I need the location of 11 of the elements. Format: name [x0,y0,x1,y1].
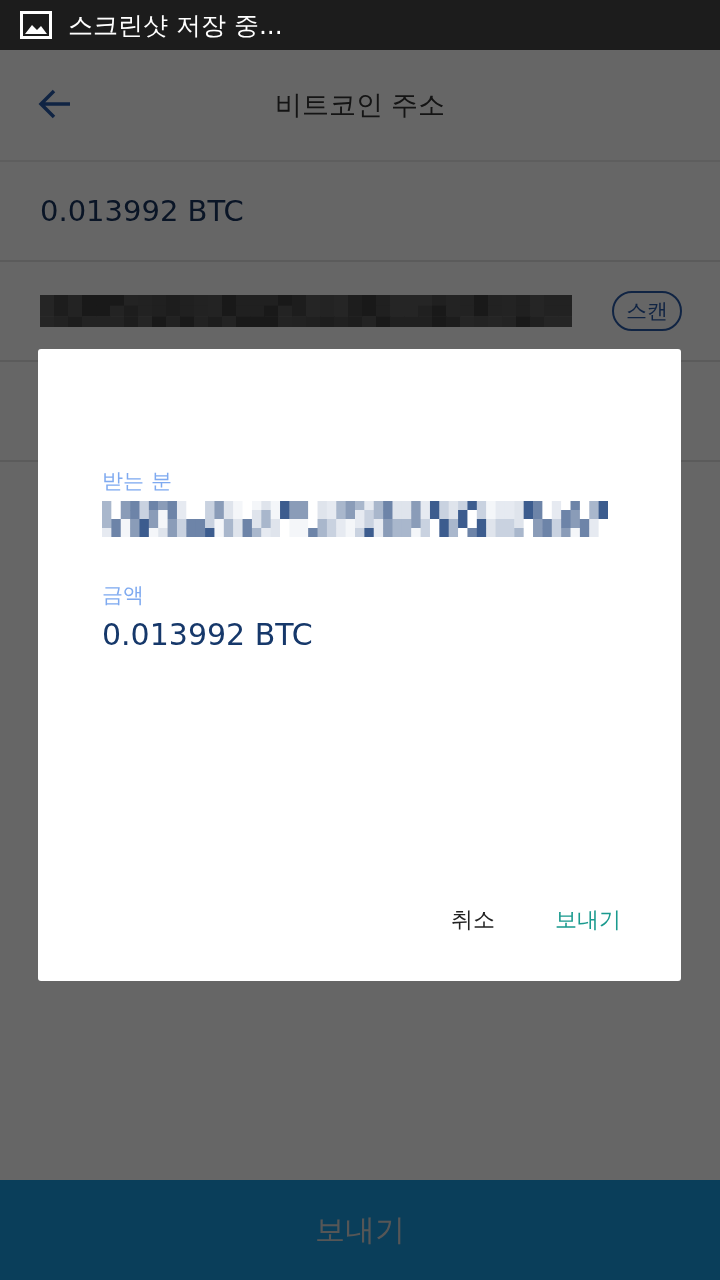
screen-title: 비트코인 주소 [274,88,446,122]
recipient-label: 받는 분 [102,468,173,495]
scan-button[interactable]: 스캔 [612,291,682,331]
back-arrow-icon[interactable] [38,88,72,120]
amount-label: 금액 [102,582,145,609]
notification-text: 스크린샷 저장 중... [68,9,283,42]
cancel-button[interactable]: 취소 [451,899,495,941]
send-dialog-button[interactable]: 보내기 [555,899,621,941]
amount-text: 0.013992 BTC [40,194,244,228]
image-icon [20,11,52,39]
amount-value: 0.013992 BTC [102,617,314,652]
